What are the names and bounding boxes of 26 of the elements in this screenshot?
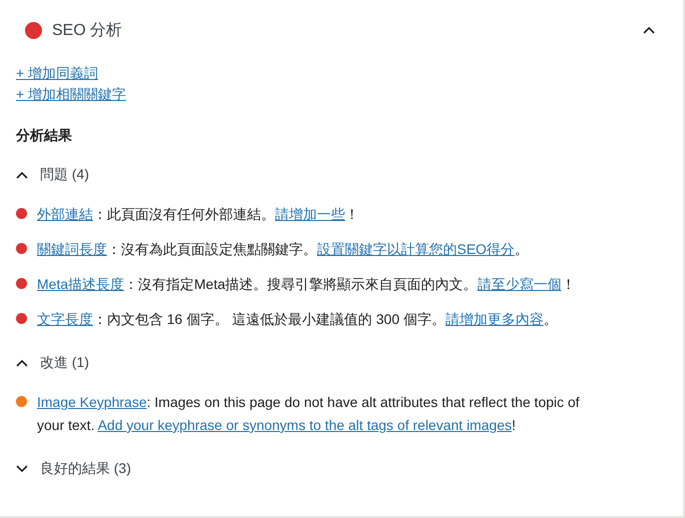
result-link[interactable]: Image Keyphrase: [37, 394, 147, 410]
result-text: Meta描述長度：沒有指定Meta描述。搜尋引擎將顯示來自頁面的內文。請至少寫一個！: [37, 275, 576, 294]
result-link[interactable]: Meta描述長度: [37, 276, 124, 292]
result-text: Image Keyphrase: Images on this page do not have alt attributes that reflect the topic of your text. Add your keyphrase or synonyms to the alt tags of relevant images!: [37, 393, 580, 435]
result-link[interactable]: 文字長度: [37, 311, 93, 327]
result-text: 文字長度：內文包含 16 個字。 這遠低於最小建議值的 300 個字。請增加更多內容。: [37, 310, 558, 329]
chevron-icon: [16, 465, 28, 473]
result-link[interactable]: Add your keyphrase or synonyms to the alt tags of relevant images: [98, 417, 512, 433]
section-heading: 分析結果: [16, 127, 73, 145]
group-toggle[interactable]: 良好的結果 (3): [0, 457, 131, 481]
group-toggle[interactable]: 改進 (1): [0, 351, 89, 375]
result-link[interactable]: 請增加一些: [275, 206, 345, 222]
result-text: 外部連結：此頁面沒有任何外部連結。請增加一些！: [37, 205, 359, 224]
result-text: 關鍵詞長度：沒有為此頁面設定焦點關鍵字。設置關鍵字以計算您的SEO得分。: [37, 240, 529, 259]
add-link[interactable]: + 增加相關關鍵字: [16, 84, 126, 105]
chevron-icon: [16, 359, 28, 367]
result-link[interactable]: 外部連結: [37, 206, 93, 222]
add-link[interactable]: + 增加同義詞: [16, 63, 98, 84]
panel-title: SEO 分析: [52, 20, 124, 40]
group-toggle[interactable]: 問題 (4): [0, 163, 89, 187]
chevron-icon: [16, 171, 28, 179]
result-link[interactable]: 關鍵詞長度: [37, 241, 107, 257]
result-link[interactable]: 請至少寫一個: [477, 276, 562, 292]
chevron-icon: [643, 26, 655, 34]
result-link[interactable]: 設置關鍵字以計算您的SEO得分: [317, 241, 515, 257]
result-link[interactable]: 請增加更多內容: [445, 311, 544, 327]
